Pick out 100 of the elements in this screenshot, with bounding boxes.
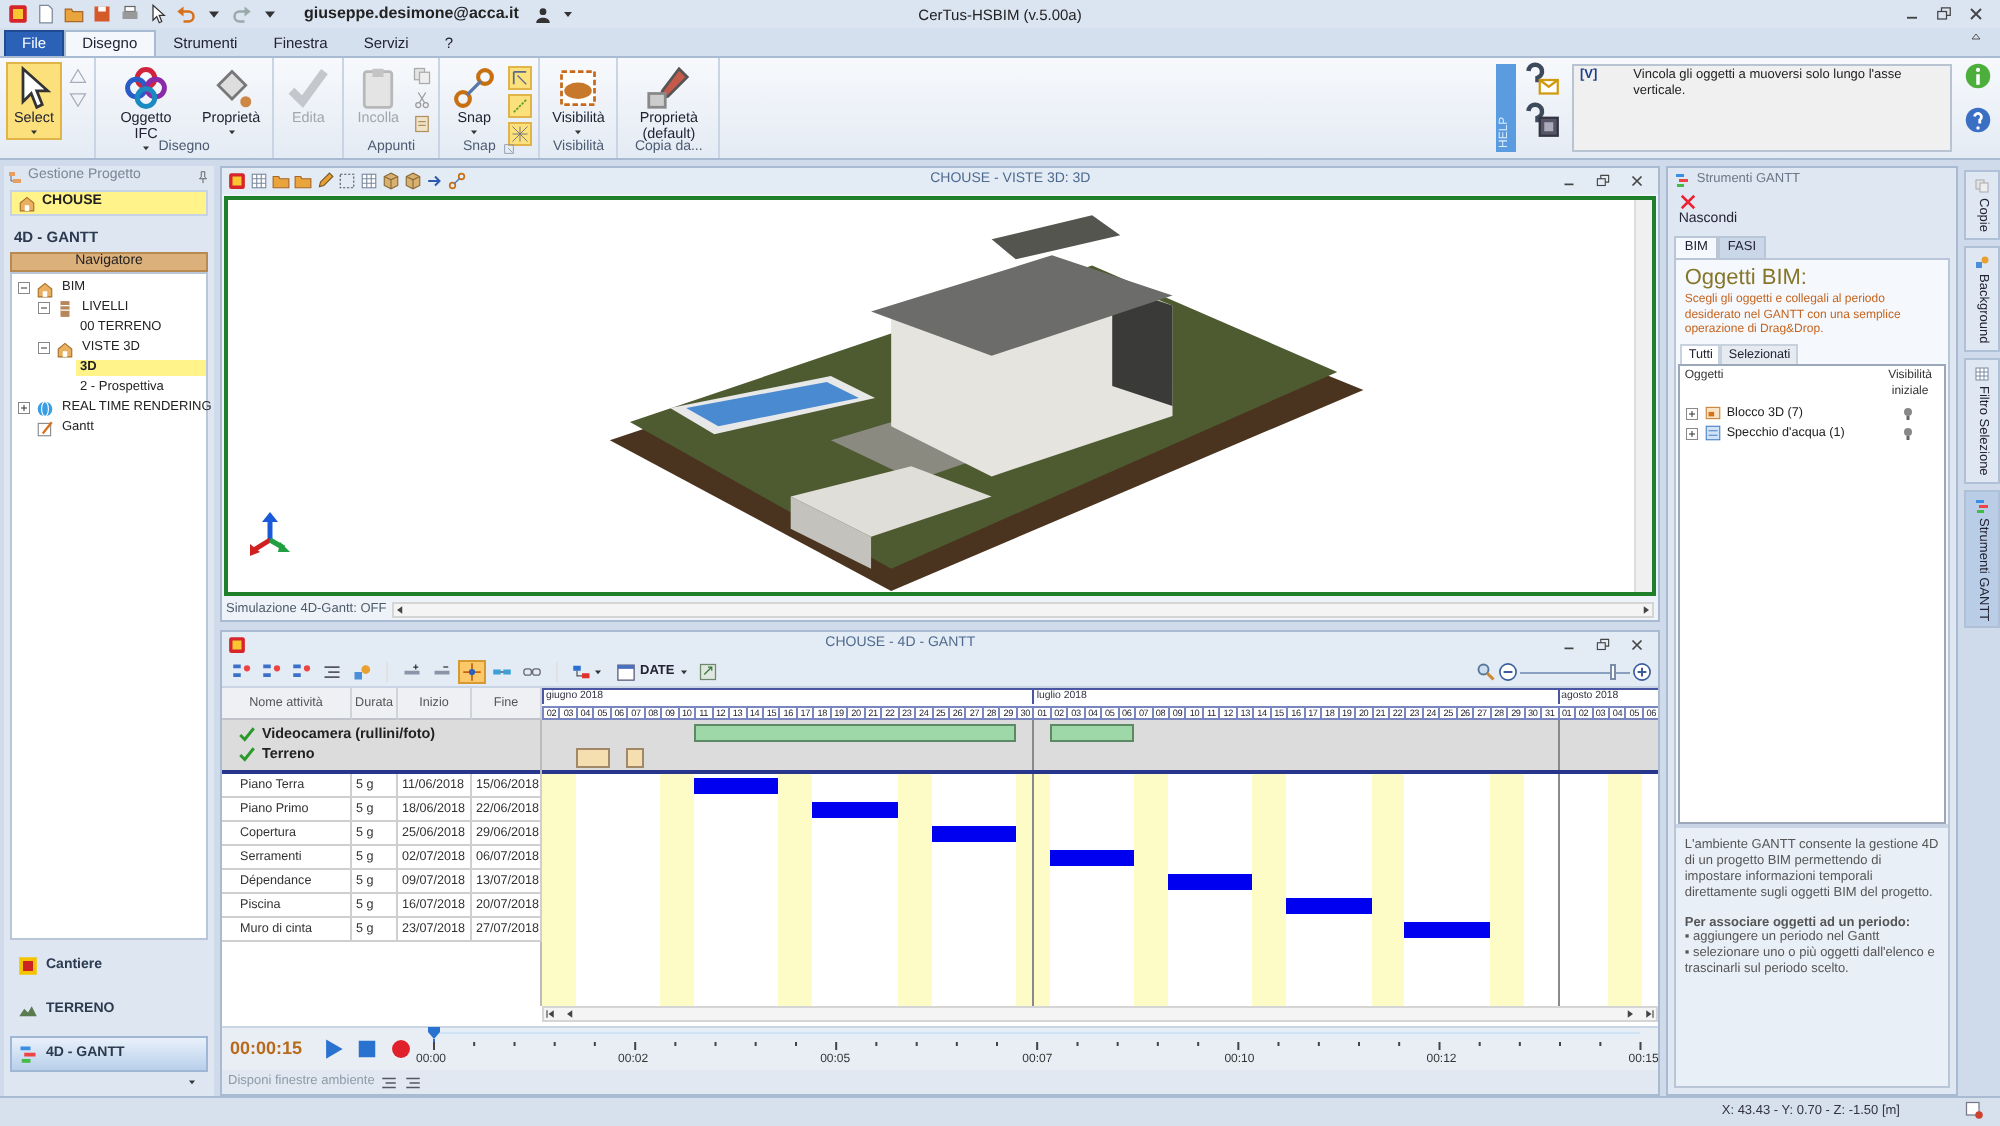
logo-icon[interactable] <box>228 636 246 654</box>
stop-icon[interactable] <box>356 1038 378 1060</box>
grid-icon[interactable] <box>360 172 378 190</box>
logo-icon[interactable] <box>8 4 28 24</box>
arrow-icon[interactable] <box>426 172 444 190</box>
shapes-icon <box>1974 253 1990 270</box>
up-arrow-icon[interactable] <box>68 66 88 86</box>
panel-icon <box>8 169 24 185</box>
toggle-button[interactable] <box>508 94 533 118</box>
record-icon[interactable] <box>390 1038 412 1060</box>
close-icon[interactable] <box>1628 636 1647 654</box>
cube-icon[interactable] <box>404 172 422 190</box>
line-icon <box>510 96 531 116</box>
timeline-track[interactable] <box>432 1029 1643 1036</box>
printer-icon[interactable] <box>120 4 140 24</box>
panel-heading: Oggetti BIM: <box>1682 264 1809 293</box>
chain-icon <box>522 662 542 682</box>
bulb-icon[interactable] <box>1900 425 1917 442</box>
nodes-icon <box>452 66 497 110</box>
gantt-icon <box>18 1044 38 1064</box>
launcher-icon[interactable] <box>501 142 516 156</box>
phase-bar[interactable] <box>694 724 1016 741</box>
scrollbar[interactable] <box>392 601 1655 617</box>
export-icon[interactable] <box>698 662 719 682</box>
user-icon[interactable] <box>534 5 553 23</box>
collapse-icon[interactable] <box>36 340 52 357</box>
rings-icon <box>124 66 168 110</box>
slider-thumb[interactable] <box>1610 663 1617 679</box>
caret-icon[interactable] <box>560 6 577 22</box>
gantt-icon <box>1674 171 1691 187</box>
new-file-icon[interactable] <box>36 4 56 24</box>
tasks-icon <box>232 662 252 682</box>
restore-icon[interactable] <box>1594 172 1613 190</box>
scroll-right-icon[interactable] <box>1640 603 1653 615</box>
scroll-first-icon[interactable] <box>544 1008 556 1020</box>
check-icon[interactable] <box>238 726 256 744</box>
bulb-icon[interactable] <box>1900 405 1917 422</box>
colors-icon <box>572 662 592 682</box>
check-icon[interactable] <box>238 746 256 764</box>
restore-icon[interactable] <box>1594 636 1613 654</box>
task-bar[interactable] <box>1049 850 1135 866</box>
status-icon[interactable] <box>1964 1099 1984 1120</box>
dropper-icon <box>646 66 691 110</box>
collapse-icon[interactable] <box>36 300 52 317</box>
expand-icon[interactable] <box>1684 425 1701 442</box>
axis-icon[interactable] <box>248 512 292 560</box>
pin-icon[interactable] <box>196 170 210 184</box>
help-icon[interactable] <box>1964 106 1992 134</box>
folder-icon[interactable] <box>64 4 84 24</box>
collapse-icon[interactable] <box>1968 28 1984 44</box>
toggle-button[interactable] <box>508 66 533 90</box>
expand-icon[interactable] <box>16 400 32 417</box>
info-icon[interactable] <box>1964 62 1992 90</box>
cube-icon[interactable] <box>382 172 400 190</box>
grid-icon[interactable] <box>250 172 268 190</box>
layout-icon[interactable] <box>380 1073 399 1091</box>
save-icon[interactable] <box>92 4 112 24</box>
hazard-icon <box>18 956 38 976</box>
scrollbar[interactable] <box>1634 200 1653 592</box>
frame-icon[interactable] <box>338 172 356 190</box>
block-icon <box>1704 404 1723 423</box>
zoom-out-icon[interactable] <box>1498 662 1519 682</box>
close-icon[interactable] <box>1966 4 1986 24</box>
toolbar-button[interactable] <box>458 660 486 684</box>
phase-bar[interactable] <box>575 747 610 768</box>
nodes-icon[interactable] <box>448 172 466 190</box>
layout-icon[interactable] <box>404 1073 423 1091</box>
help-mail-icon[interactable] <box>1524 62 1560 98</box>
play-icon[interactable] <box>322 1038 344 1060</box>
scroll-last-icon[interactable] <box>1644 1008 1657 1020</box>
zoom-slider[interactable] <box>1520 662 1631 682</box>
tasks-icon <box>262 662 282 682</box>
project-icon <box>18 194 36 212</box>
gantt-icon <box>1974 497 1990 513</box>
paste-icon[interactable] <box>412 114 433 134</box>
lines-icon <box>322 662 342 682</box>
logo-icon[interactable] <box>228 172 246 190</box>
zoom-in-icon[interactable] <box>1632 662 1653 682</box>
phase-bar[interactable] <box>1049 724 1135 741</box>
copy-icon[interactable] <box>412 66 433 86</box>
cursor-icon[interactable] <box>148 4 168 24</box>
phase-bar[interactable] <box>626 747 644 768</box>
scroll-left-icon[interactable] <box>394 603 407 615</box>
undo-icon[interactable] <box>176 4 196 24</box>
collapse-icon[interactable] <box>16 280 32 297</box>
pencil-icon[interactable] <box>316 172 334 190</box>
scrollbar[interactable] <box>542 1006 1659 1022</box>
restore-icon[interactable] <box>1934 4 1954 24</box>
house-icon <box>56 339 74 358</box>
search-icon[interactable] <box>1476 662 1497 682</box>
levels-icon <box>56 299 74 318</box>
expand-icon[interactable] <box>1684 405 1701 422</box>
close-icon[interactable] <box>1628 172 1647 190</box>
tasks-icon <box>292 662 312 682</box>
playhead-icon[interactable] <box>426 1025 442 1042</box>
help-video-icon[interactable] <box>1524 102 1560 138</box>
scissors-icon[interactable] <box>412 90 433 110</box>
toggle-button[interactable] <box>508 122 533 146</box>
visibility-icon <box>556 66 601 110</box>
caret-icon[interactable] <box>186 1076 198 1088</box>
